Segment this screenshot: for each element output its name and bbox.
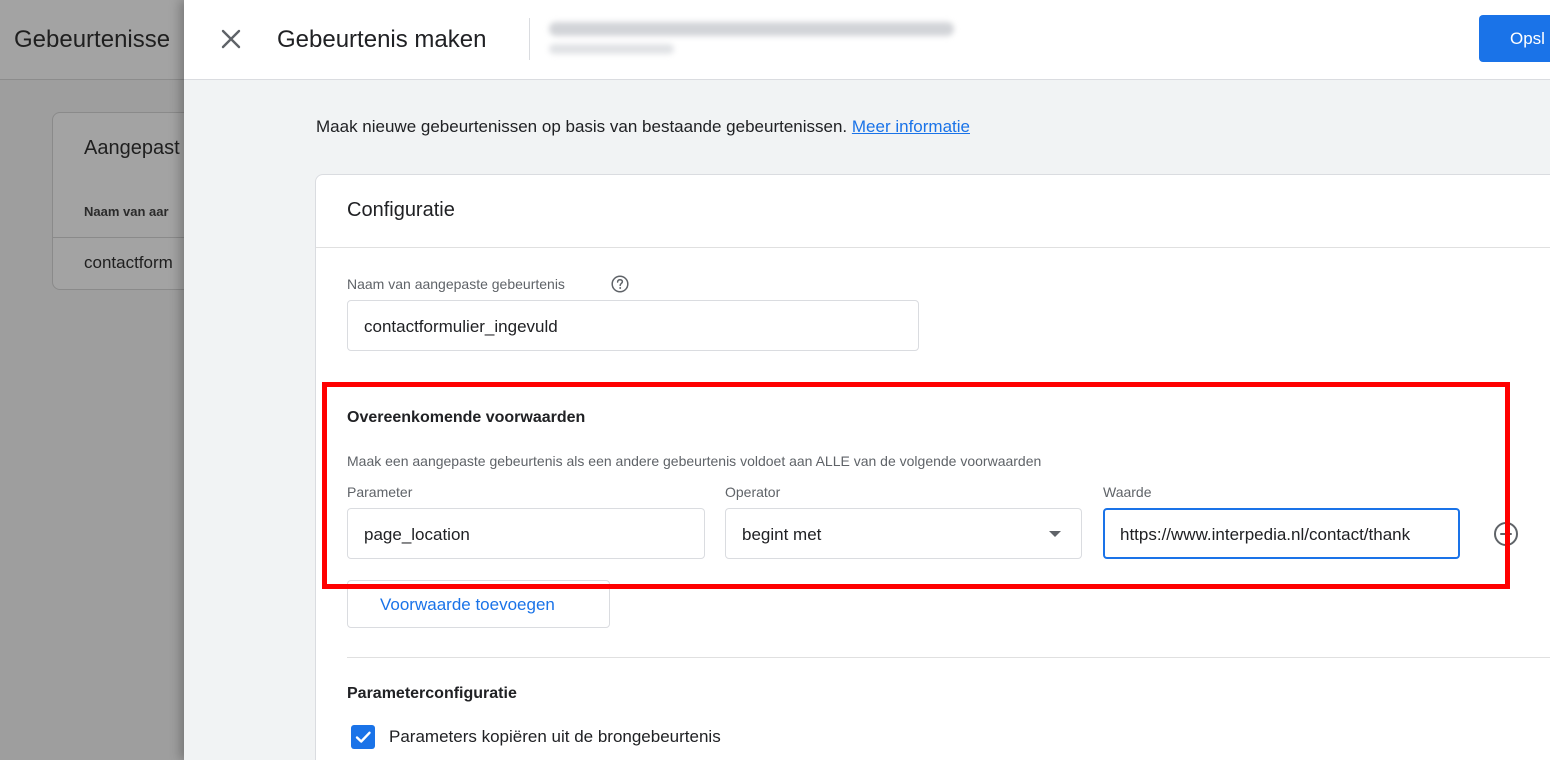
background-table-row: contactform (84, 253, 173, 272)
copy-parameters-checkbox[interactable] (351, 725, 375, 749)
parameter-label: Parameter (347, 484, 413, 500)
background-column-header: Naam van aar (84, 204, 169, 219)
add-condition-button[interactable]: Voorwaarde toevoegen (347, 580, 610, 628)
conditions-description: Maak een aangepaste gebeurtenis als een … (347, 453, 1042, 469)
close-icon[interactable] (217, 25, 245, 53)
blurred-property-name (549, 22, 954, 36)
intro-description: Maak nieuwe gebeurtenissen op basis van … (316, 117, 848, 136)
drawer-title: Gebeurtenis maken (277, 26, 487, 53)
event-name-input[interactable]: contactformulier_ingevuld (347, 300, 919, 351)
blurred-property-id (549, 44, 674, 54)
event-name-label: Naam van aangepaste gebeurtenis (347, 276, 565, 292)
background-page-title: Gebeurtenisse (14, 26, 171, 53)
parameter-input[interactable]: page_location (347, 508, 705, 559)
configuration-card: Configuratie Naam van aangepaste gebeurt… (315, 174, 1550, 760)
parameter-config-title: Parameterconfiguratie (347, 685, 517, 702)
configuration-title: Configuratie (347, 199, 455, 221)
save-button[interactable]: Opsl (1479, 15, 1550, 62)
background-card-title: Aangepast (84, 137, 180, 159)
remove-condition-icon[interactable] (1493, 521, 1519, 547)
card-divider (316, 247, 1550, 248)
conditions-title: Overeenkomende voorwaarden (347, 409, 586, 426)
intro-text: Maak nieuwe gebeurtenissen op basis van … (316, 117, 970, 137)
operator-selected-value: begint met (742, 525, 822, 544)
help-icon[interactable] (611, 275, 629, 293)
checkmark-icon (355, 731, 371, 743)
operator-select[interactable]: begint met (725, 508, 1082, 559)
operator-label: Operator (725, 484, 781, 500)
dropdown-arrow-icon (1049, 531, 1061, 537)
create-event-drawer: Gebeurtenis maken Opsl Maak nieuwe gebeu… (184, 0, 1550, 760)
value-input[interactable]: https://www.interpedia.nl/contact/thank (1103, 508, 1460, 559)
learn-more-link[interactable]: Meer informatie (852, 117, 970, 136)
value-label: Waarde (1103, 484, 1152, 500)
copy-parameters-label: Parameters kopiëren uit de brongebeurten… (389, 727, 721, 746)
header-divider (529, 18, 530, 60)
drawer-header: Gebeurtenis maken Opsl (184, 0, 1550, 80)
section-divider (347, 657, 1550, 658)
